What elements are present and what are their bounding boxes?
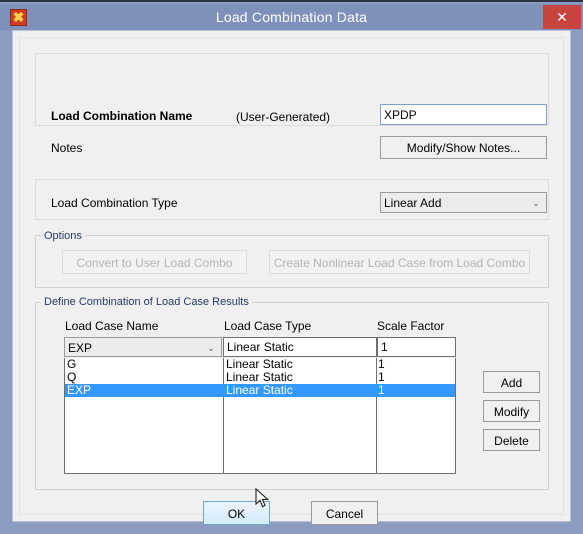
scale-factor-input[interactable] — [377, 337, 456, 357]
define-combination-group-title: Define Combination of Load Case Results — [41, 296, 252, 308]
load-case-results-list[interactable]: G Linear Static 1 Q Linear Static 1 EXP … — [64, 358, 456, 474]
modify-button[interactable]: Modify — [483, 400, 540, 422]
user-generated-label: (User-Generated) — [236, 110, 331, 124]
create-nonlinear-load-case-button[interactable]: Create Nonlinear Load Case from Load Com… — [269, 250, 530, 274]
dialog-window: ✖ Load Combination Data ✕ Load Combinati… — [0, 0, 583, 534]
chevron-down-icon: ⌄ — [207, 343, 215, 353]
load-case-type-value: Linear Static — [223, 337, 377, 357]
ok-button[interactable]: OK — [203, 501, 270, 525]
column-header-load-case-name: Load Case Name — [65, 319, 159, 333]
cell-load-case-name: EXP — [67, 384, 92, 397]
table-row[interactable]: Q Linear Static 1 — [65, 371, 455, 384]
cell-scale-factor: 1 — [378, 358, 385, 371]
cell-load-case-type: Linear Static — [226, 371, 293, 384]
load-combination-name-label: Load Combination Name — [51, 109, 193, 123]
close-icon[interactable]: ✕ — [543, 5, 581, 29]
cell-load-case-name: Q — [67, 371, 77, 384]
column-header-scale-factor: Scale Factor — [377, 319, 445, 333]
load-combination-type-label: Load Combination Type — [51, 196, 178, 210]
cell-scale-factor: 1 — [378, 384, 385, 397]
delete-button[interactable]: Delete — [483, 429, 540, 451]
load-combination-type-select[interactable]: Linear Add ⌄ — [380, 192, 547, 213]
column-header-load-case-type: Load Case Type — [224, 319, 312, 333]
titlebar[interactable]: ✖ Load Combination Data ✕ — [0, 4, 583, 30]
cell-load-case-name: G — [67, 358, 77, 371]
cell-scale-factor: 1 — [378, 371, 385, 384]
load-combination-name-input[interactable] — [380, 104, 547, 125]
modify-show-notes-button[interactable]: Modify/Show Notes... — [380, 136, 547, 159]
table-row[interactable]: EXP Linear Static 1 — [65, 384, 455, 397]
dialog-client-area: Load Combination Name (User-Generated) N… — [12, 30, 571, 525]
load-case-name-select[interactable]: EXP ⌄ — [64, 337, 222, 357]
cell-load-case-type: Linear Static — [226, 358, 293, 371]
load-case-name-value: EXP — [68, 341, 93, 355]
window-title: Load Combination Data — [215, 9, 368, 25]
cell-load-case-type: Linear Static — [226, 384, 293, 397]
chevron-down-icon: ⌄ — [532, 198, 540, 208]
notes-label: Notes — [51, 141, 83, 155]
options-group-title: Options — [41, 230, 85, 242]
convert-to-user-load-combo-button[interactable]: Convert to User Load Combo — [62, 250, 247, 274]
load-combination-type-value: Linear Add — [384, 196, 442, 210]
table-row[interactable]: G Linear Static 1 — [65, 358, 455, 371]
add-button[interactable]: Add — [483, 371, 540, 393]
cancel-button[interactable]: Cancel — [311, 501, 378, 525]
